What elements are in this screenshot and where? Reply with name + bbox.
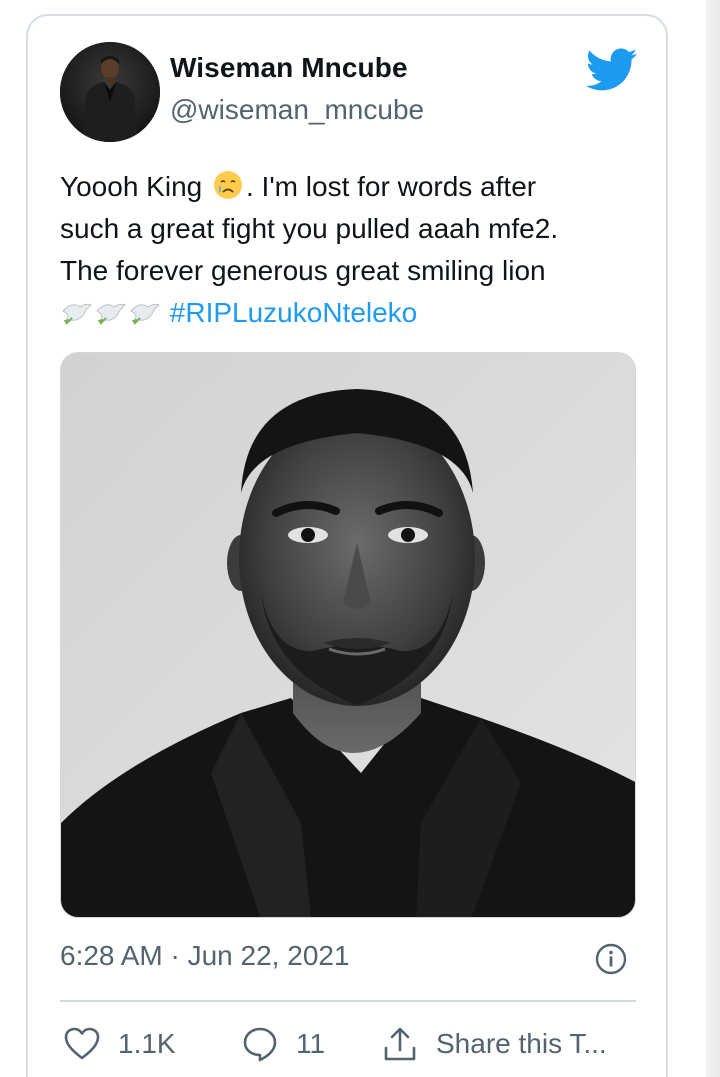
adjacent-panel-edge (706, 0, 720, 1077)
tweet-text-part: Yoooh King (60, 171, 210, 202)
crying-face-emoji-icon (212, 169, 244, 201)
twitter-bird-icon[interactable] (585, 48, 638, 92)
tweet-timestamp[interactable]: 6:28 AM · Jun 22, 2021 (60, 940, 350, 972)
author-name[interactable]: Wiseman Mncube (170, 52, 408, 84)
author-handle[interactable]: @wiseman_mncube (170, 94, 424, 126)
page: Wiseman Mncube @wiseman_mncube Yoooh Kin… (0, 0, 720, 1077)
like-count: 1.1K (118, 1028, 176, 1059)
tweet-text-line-4: #RIPLuzukoNteleko (60, 292, 640, 334)
heart-icon (64, 1027, 100, 1060)
like-button[interactable]: 1.1K (64, 1024, 176, 1064)
avatar[interactable] (60, 42, 160, 142)
tweet-photo[interactable] (60, 352, 636, 918)
share-icon (384, 1027, 416, 1061)
divider (60, 1000, 636, 1002)
tweet-text: Yoooh King . I'm lost for words after su… (60, 166, 640, 334)
tweet-text-line-3: The forever generous great smiling lion (60, 255, 546, 286)
info-icon[interactable] (594, 942, 628, 976)
tweet-card[interactable]: Wiseman Mncube @wiseman_mncube Yoooh Kin… (26, 14, 668, 1077)
reply-count: 11 (296, 1028, 326, 1059)
tweet-text-line-1: Yoooh King . I'm lost for words after (60, 166, 640, 208)
tweet-text-line-2: such a great fight you pulled aaah mfe2. (60, 213, 559, 244)
share-label: Share this T... (436, 1028, 607, 1059)
share-button[interactable]: Share this T... (382, 1024, 607, 1064)
tweet-text-part: . I'm lost for words after (246, 171, 537, 202)
reply-icon (243, 1027, 277, 1062)
dove-emoji-icon (94, 297, 128, 327)
dove-emoji-icon (60, 297, 94, 327)
dove-emoji-icon (128, 297, 162, 327)
hashtag-link[interactable]: #RIPLuzukoNteleko (170, 297, 417, 328)
reply-button[interactable]: 11 (242, 1024, 325, 1064)
